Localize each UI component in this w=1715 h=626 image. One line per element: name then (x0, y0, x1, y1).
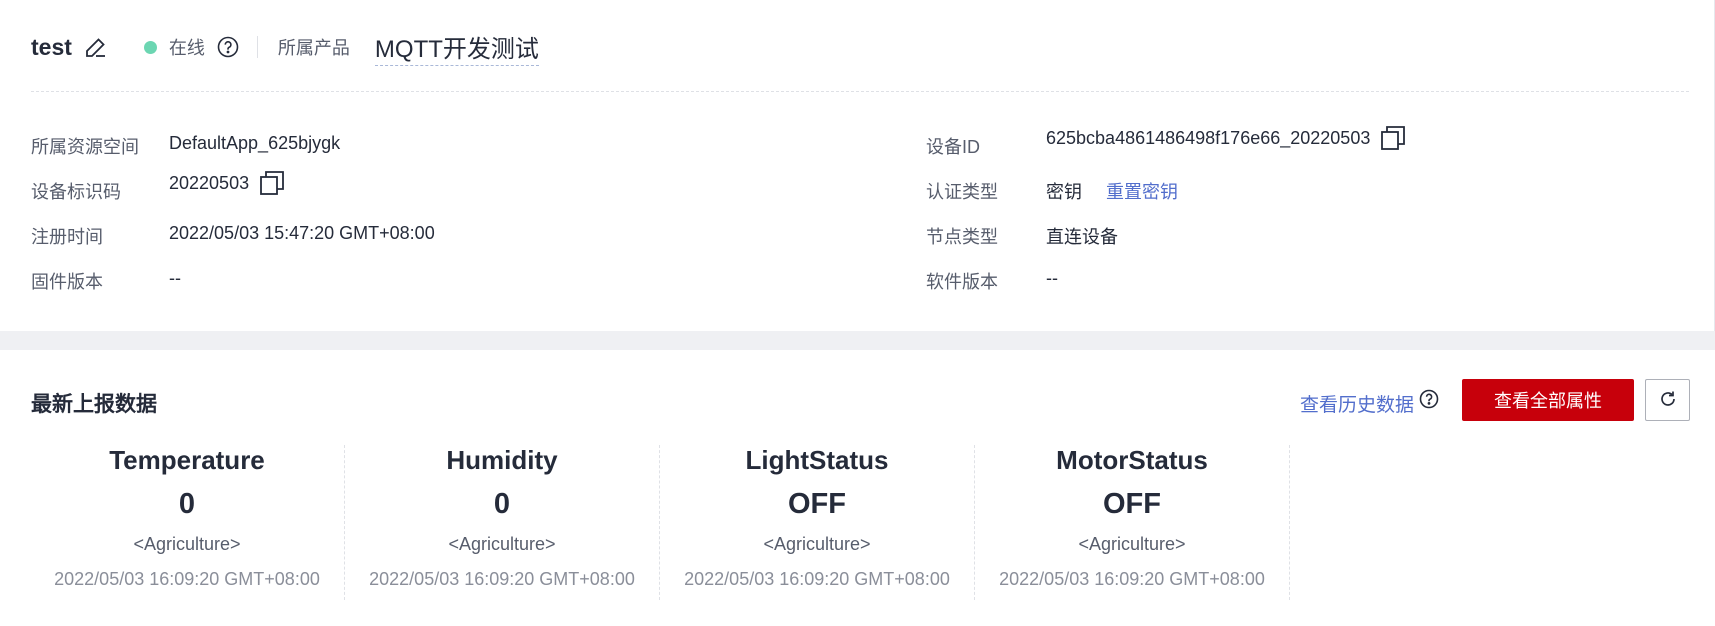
refresh-icon (1659, 390, 1677, 411)
metric-value: OFF (788, 488, 846, 520)
metric-card: Humidity 0 <Agriculture> 2022/05/03 16:0… (345, 445, 660, 600)
register-time-label: 注册时间 (31, 227, 103, 247)
metric-name: LightStatus (745, 445, 889, 475)
auth-type-label: 认证类型 (926, 182, 998, 202)
reset-secret-link[interactable]: 重置密钥 (1106, 178, 1178, 204)
metric-card: LightStatus OFF <Agriculture> 2022/05/03… (660, 445, 975, 600)
header-separator (31, 91, 1689, 92)
metric-service: <Agriculture> (133, 534, 241, 554)
node-type-text: 直连设备 (1046, 227, 1118, 247)
section-gap (0, 331, 1715, 350)
metric-value: 0 (493, 488, 511, 520)
view-all-properties-button[interactable]: 查看全部属性 (1462, 379, 1634, 421)
firmware-version-text: -- (169, 268, 181, 288)
firmware-version-label: 固件版本 (31, 272, 103, 292)
metric-name: Temperature (109, 445, 265, 475)
register-time-value: 2022/05/03 15:47:20 GMT+08:00 (169, 223, 435, 244)
device-header: test 在线 所属产品 MQTT开发测试 (31, 28, 539, 66)
software-version-label: 软件版本 (926, 272, 998, 292)
online-status-text: 在线 (168, 38, 205, 58)
firmware-version-value: -- (169, 268, 181, 289)
metric-name: MotorStatus (1056, 445, 1208, 475)
device-id-text: 625bcba4861486498f176e66_20220503 (1046, 127, 1371, 148)
history-data-link[interactable]: 查看历史数据 (1300, 390, 1414, 417)
metric-time: 2022/05/03 16:09:20 GMT+08:00 (54, 569, 320, 589)
copy-icon[interactable] (1380, 125, 1406, 151)
node-type-value: 直连设备 (1046, 223, 1118, 249)
node-id-text: 20220503 (169, 172, 250, 193)
metric-value: OFF (1103, 488, 1161, 520)
metric-service: <Agriculture> (448, 534, 556, 554)
register-time-text: 2022/05/03 15:47:20 GMT+08:00 (169, 223, 435, 243)
device-id-label: 设备ID (926, 137, 980, 157)
product-name-link[interactable]: MQTT开发测试 (374, 29, 539, 66)
refresh-button[interactable] (1645, 379, 1690, 421)
device-info-card: test 在线 所属产品 MQTT开发测试 所属资源空间 DefaultApp_… (0, 0, 1715, 331)
header-divider (256, 36, 258, 58)
node-id-value: 20220503 (169, 170, 285, 196)
metrics-list: Temperature 0 <Agriculture> 2022/05/03 1… (30, 445, 1290, 600)
metric-card: MotorStatus OFF <Agriculture> 2022/05/03… (975, 445, 1290, 600)
metric-value: 0 (178, 488, 196, 520)
help-icon[interactable] (1418, 388, 1440, 410)
metric-service: <Agriculture> (763, 534, 871, 554)
metric-name: Humidity (446, 445, 558, 475)
edit-icon[interactable] (84, 35, 108, 59)
auth-type-value: 密钥 重置密钥 (1046, 178, 1178, 204)
software-version-value: -- (1046, 268, 1058, 289)
device-name: test (31, 33, 72, 60)
resource-space-value: DefaultApp_625bjygk (169, 133, 340, 154)
resource-space-text: DefaultApp_625bjygk (169, 133, 341, 153)
node-type-label: 节点类型 (926, 227, 998, 247)
metric-service: <Agriculture> (1078, 534, 1186, 554)
metric-time: 2022/05/03 16:09:20 GMT+08:00 (684, 569, 950, 589)
software-version-text: -- (1046, 268, 1058, 288)
product-label: 所属产品 (277, 38, 350, 58)
node-id-label: 设备标识码 (31, 182, 121, 202)
metric-card: Temperature 0 <Agriculture> 2022/05/03 1… (30, 445, 345, 600)
device-id-value: 625bcba4861486498f176e66_20220503 (1046, 125, 1406, 151)
help-icon[interactable] (217, 36, 239, 58)
metric-time: 2022/05/03 16:09:20 GMT+08:00 (369, 569, 635, 589)
copy-icon[interactable] (259, 170, 285, 196)
resource-space-label: 所属资源空间 (31, 137, 139, 157)
online-status-dot (143, 40, 157, 54)
latest-data-title: 最新上报数据 (31, 393, 157, 416)
device-detail-page: test 在线 所属产品 MQTT开发测试 所属资源空间 DefaultApp_… (0, 0, 1715, 626)
metric-time: 2022/05/03 16:09:20 GMT+08:00 (999, 569, 1265, 589)
auth-type-text: 密钥 (1046, 182, 1082, 202)
latest-data-card: 最新上报数据 查看历史数据 查看全部属性 Temperature 0 <Agri… (0, 350, 1715, 626)
